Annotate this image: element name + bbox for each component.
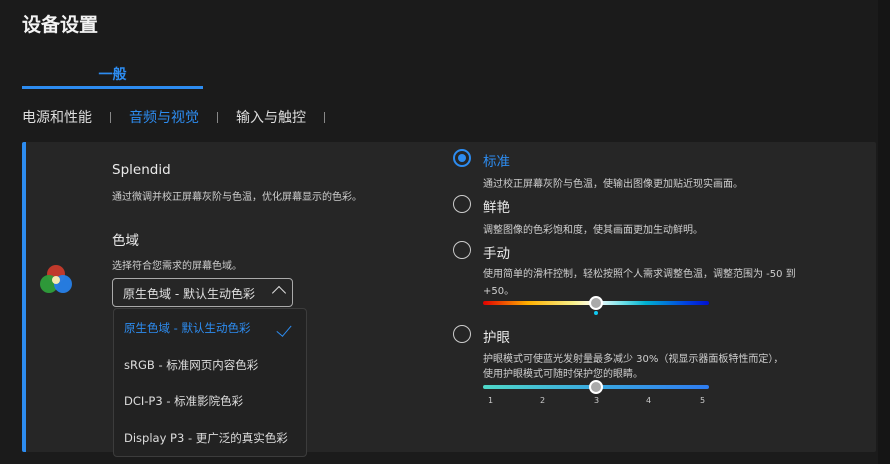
page-title: 设备设置 [22,14,99,36]
tick-label: 1 [488,396,494,405]
chevron-up-icon [271,285,287,301]
right-edge [878,0,890,464]
check-icon [276,321,292,337]
menu-item-native[interactable]: 原生色域 - 默认生动色彩 [124,320,250,336]
mode-standard-label: 标准 [483,154,510,170]
divider [110,111,111,123]
subtab-power[interactable]: 电源和性能 [22,107,92,127]
mode-vivid-label: 鲜艳 [483,200,510,216]
color-temp-slider-thumb[interactable] [589,296,603,310]
menu-item-dci-p3[interactable]: DCI-P3 - 标准影院色彩 [124,393,243,409]
dropdown-value: 原生色域 - 默认生动色彩 [123,287,255,301]
tick-label: 2 [540,396,546,405]
radio-standard[interactable] [453,149,471,167]
mode-manual-label: 手动 [483,246,510,262]
mode-manual-description: 使用简单的滑杆控制，轻松按照个人需求调整色温，调整范围为 -50 到 [483,269,796,280]
gamut-dropdown[interactable]: 原生色域 - 默认生动色彩 [112,278,293,307]
color-gamut-icon [40,265,72,293]
radio-manual[interactable] [453,241,471,259]
tick-label: 3 [594,396,600,405]
mode-manual-description-2: +50。 [483,286,515,297]
gamut-menu: 原生色域 - 默认生动色彩 sRGB - 标准网页内容色彩 DCI-P3 - 标… [113,308,307,457]
tab-general[interactable]: 一般 [22,64,203,89]
splendid-description: 通过微调并校正屏幕灰阶与色温，优化屏幕显示的色彩。 [112,192,362,203]
tick-label: 5 [700,396,706,405]
mode-eye-care-description: 护眼模式可使蓝光发射量最多减少 30%（视显示器面板特性而定）， [483,354,784,365]
mode-eye-care-label: 护眼 [483,330,510,346]
splendid-title: Splendid [112,162,171,178]
gamut-description: 选择符合您需求的屏幕色域。 [112,261,242,272]
menu-item-display-p3[interactable]: Display P3 - 更广泛的真实色彩 [124,430,288,446]
sub-tabs: 电源和性能 音频与视觉 输入与触控 [22,107,343,127]
menu-item-srgb[interactable]: sRGB - 标准网页内容色彩 [124,357,258,373]
tick-label: 4 [646,396,652,405]
radio-eye-care[interactable] [453,325,471,343]
default-marker [594,311,598,315]
mode-eye-care-description-2: 使用护眼模式可随时保护您的眼睛。 [483,369,643,380]
mode-vivid-description: 调整图像的色彩饱和度，使其画面更加生动鲜明。 [483,225,703,236]
divider [324,111,325,123]
radio-vivid[interactable] [453,195,471,213]
gamut-title: 色域 [112,233,139,249]
subtab-audio-visual[interactable]: 音频与视觉 [129,107,199,127]
divider [217,111,218,123]
eye-care-slider-thumb[interactable] [589,380,603,394]
mode-standard-description: 通过校正屏幕灰阶与色温，使输出图像更加贴近现实画面。 [483,179,743,190]
subtab-input-touch[interactable]: 输入与触控 [236,107,306,127]
